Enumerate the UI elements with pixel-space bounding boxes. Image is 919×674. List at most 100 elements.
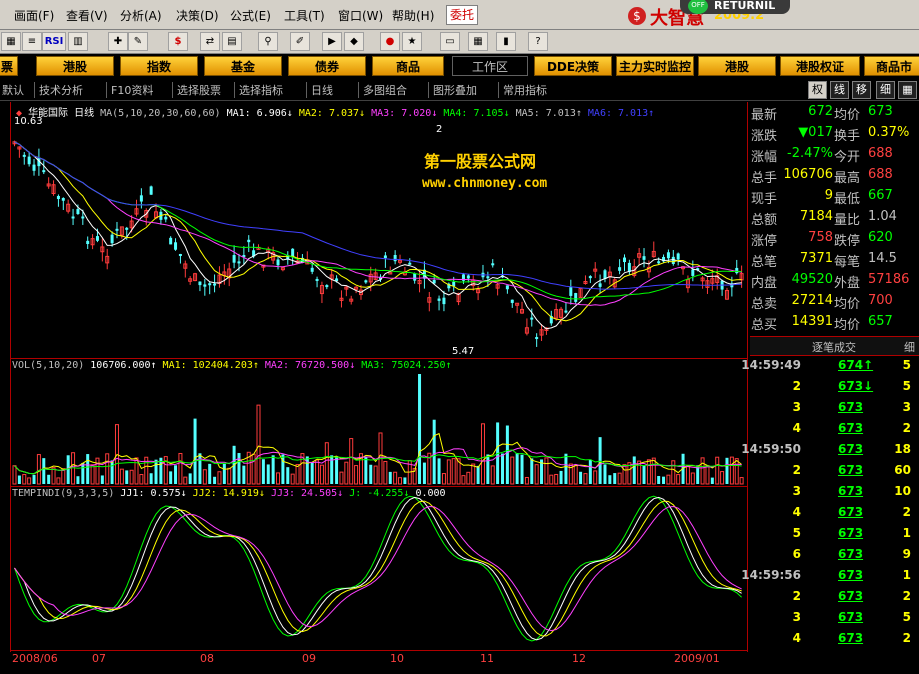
tick-price: 673 [838,610,864,624]
volume-bar [12,465,17,485]
menu-item-window[interactable]: 窗口(W) [338,7,383,24]
menu-item-look[interactable]: 查看(V) [66,7,108,24]
button-more[interactable]: ▦ [898,81,917,99]
subtab-daily[interactable]: 日线 [306,82,333,98]
move-icon[interactable]: ✚ [108,32,128,51]
volume-bar [149,473,153,484]
candle-body [27,156,31,165]
tick-price: 673↓ [838,379,874,393]
indicator-line [14,495,742,642]
candle-body [95,236,99,241]
candle-body [413,273,417,281]
chart-area[interactable]: ◆ 华能国际 日线 MA(5,10,20,30,60,60) MA1: 6.90… [0,102,748,666]
menu-item-help[interactable]: 帮助(H) [392,7,434,24]
volume-bar [466,471,471,485]
volume-bar [208,463,212,484]
volume-bar [36,454,41,485]
quote-value: 657 [868,314,893,329]
quote-row: 涨跌 ▼017 换手 0.37% [750,125,919,146]
diamond-icon[interactable]: ◆ [344,32,364,51]
quote-label: 最高 [834,171,861,186]
help-icon[interactable]: ? [528,32,548,51]
menu-item-view[interactable]: 画面(F) [14,7,54,24]
subtab-select-stock[interactable]: 选择股票 [172,82,221,98]
binoculars-icon[interactable]: ⚲ [258,32,278,51]
market-tab-goods[interactable]: 商品市 [864,56,919,76]
calc-icon[interactable]: ▤ [222,32,242,51]
button-detail[interactable]: 细 [876,81,895,99]
candle-body [310,267,314,272]
volume-bar [657,476,661,484]
volume-bar [734,458,739,485]
ticks-header[interactable]: 逐笔成交 细 [750,336,919,356]
volume-bar [422,462,426,484]
tick-price: 673 [838,631,864,645]
volume-bar [105,453,110,485]
sub-toolbar: 默认 技术分析 F10资料 选择股票 选择指标 日线 多图组合 图形叠加 常用指… [0,79,919,101]
market-tab-dde[interactable]: DDE决策 [534,56,612,76]
bottom-tab-bar [0,666,919,674]
tick-price: 673 [838,568,864,582]
tick-time: 2 [792,463,801,477]
tick-row: 3 673 5 [750,610,919,631]
button-line[interactable]: 线 [830,81,849,99]
ruler-icon[interactable]: ✎ [128,32,148,51]
volume-bar [662,476,666,484]
market-tab-hk2[interactable]: 港股 [698,56,776,76]
subtab-default[interactable]: 默认 [2,82,24,98]
ticks-tab[interactable]: 细 [904,339,915,355]
tick-time: 4 [792,631,801,645]
market-tab-monitor[interactable]: 主力实时监控 [616,56,694,76]
commission-button[interactable]: 委托 [446,5,478,25]
books-icon[interactable]: ▮ [496,32,516,51]
quote-label: 每笔 [834,255,861,270]
chart-icon[interactable]: ≡ [22,32,42,51]
subtab-overlay[interactable]: 图形叠加 [428,82,477,98]
window-icon[interactable]: ▭ [440,32,460,51]
menu-item-formula[interactable]: 公式(E) [230,7,271,24]
menu-item-tools[interactable]: 工具(T) [284,7,325,24]
market-tab-index[interactable]: 指数 [120,56,198,76]
quote-value: 14.5 [868,251,897,266]
volume-bar [388,471,392,484]
edit-icon[interactable]: ✐ [290,32,310,51]
quote-value: 7184 [799,209,833,224]
candle-body [598,283,602,287]
bars-icon[interactable]: ▥ [68,32,88,51]
subtab-multi[interactable]: 多图组合 [358,82,407,98]
alert-icon[interactable]: ● [380,32,400,51]
quote-value: 620 [868,230,893,245]
subtab-select-indicator[interactable]: 选择指标 [234,82,283,98]
workspace-tab[interactable]: 工作区 [452,56,528,76]
volume-bar [295,464,300,485]
play-icon[interactable]: ▶ [322,32,342,51]
subtab-f10[interactable]: F10资料 [106,82,153,98]
star-icon[interactable]: ★ [402,32,422,51]
table-icon[interactable]: ▦ [468,32,488,51]
return-banner[interactable]: OFF RETURNIL [680,0,790,14]
market-tab-prev[interactable]: 票 [0,56,18,76]
volume-bar [202,469,207,485]
switch-icon[interactable]: ⇄ [200,32,220,51]
volume-bar [344,461,349,485]
volume-bar [364,457,368,484]
x-label-2008-06: 2008/06 [12,652,58,665]
off-badge: OFF [688,0,708,14]
volume-ma-line [14,432,742,475]
volume-bar [256,404,261,485]
menu-item-analysis[interactable]: 分析(A) [120,7,162,24]
market-tab-fund[interactable]: 基金 [204,56,282,76]
market-tab-commodity[interactable]: 商品 [372,56,444,76]
button-move[interactable]: 移 [852,81,871,99]
subtab-tech[interactable]: 技术分析 [34,82,83,98]
rsi-button[interactable]: RSI [42,32,66,51]
volume-bar [579,471,583,484]
menu-item-decision[interactable]: 决策(D) [176,7,219,24]
market-tab-bond[interactable]: 债券 [288,56,366,76]
market-tab-hk[interactable]: 港股 [36,56,114,76]
subtab-common[interactable]: 常用指标 [498,82,547,98]
market-tab-warrant[interactable]: 港股权证 [780,56,860,76]
grid-icon[interactable]: ▦ [1,32,21,51]
dollar-icon[interactable]: $ [168,32,188,51]
button-rights[interactable]: 权 [808,81,827,99]
